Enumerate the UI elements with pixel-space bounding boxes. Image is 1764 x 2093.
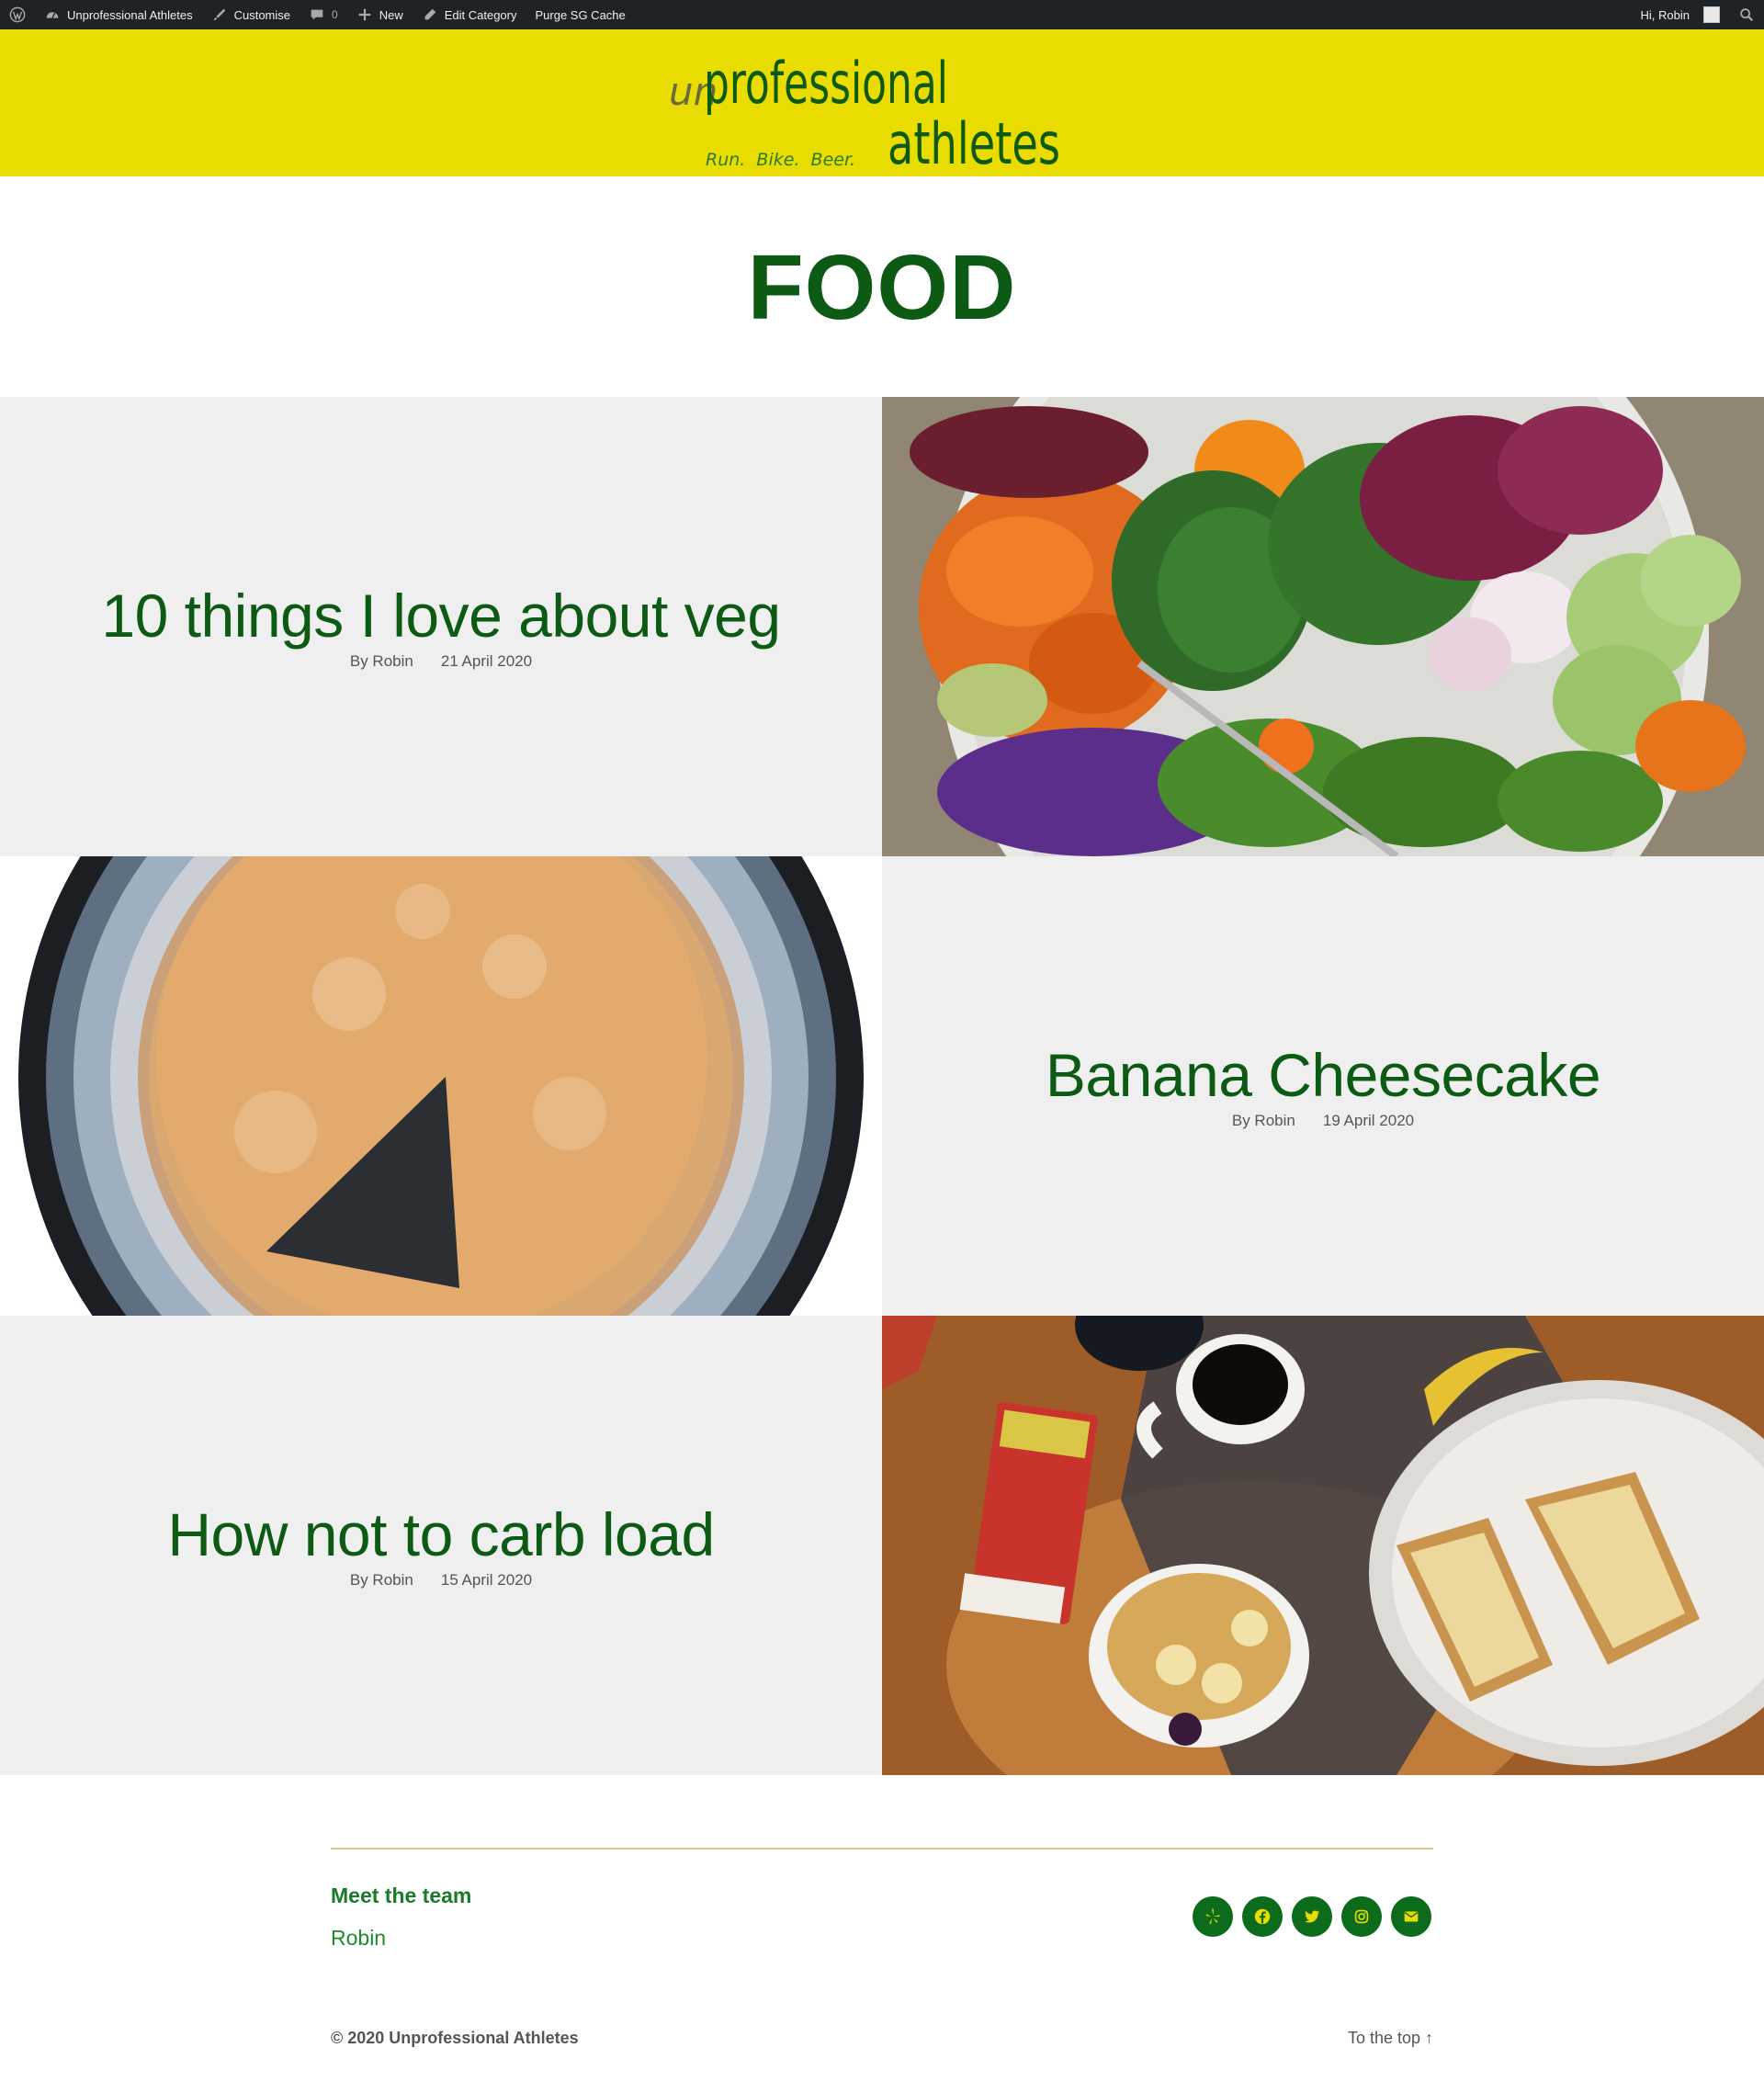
admin-search[interactable]: [1729, 0, 1764, 29]
post-date[interactable]: 21 April 2020: [441, 652, 532, 671]
site-name-menu[interactable]: Unprofessional Athletes: [35, 0, 202, 29]
post-text-panel: 10 things I love about veg By Robin 21 A…: [0, 397, 882, 856]
site-header: un professional athletes Run. Bike. Beer…: [0, 29, 1764, 177]
twitter-icon[interactable]: [1292, 1896, 1332, 1937]
team-heading: Meet the team: [331, 1884, 472, 1907]
brush-icon: [211, 6, 228, 23]
post-list: 10 things I love about veg By Robin 21 A…: [0, 397, 1764, 1775]
post-author[interactable]: By Robin: [1232, 1112, 1295, 1130]
team-member-link[interactable]: Robin: [331, 1926, 386, 1951]
new-content-menu[interactable]: New: [347, 0, 413, 29]
post-featured-image-breakfast[interactable]: [882, 1316, 1764, 1775]
new-label: New: [379, 7, 403, 22]
post-date[interactable]: 15 April 2020: [441, 1571, 532, 1590]
my-account-menu[interactable]: Hi, Robin: [1632, 0, 1729, 29]
edit-category-label: Edit Category: [444, 7, 517, 22]
post-meta: By Robin 21 April 2020: [350, 652, 532, 671]
footer-divider: [331, 1848, 1433, 1850]
instagram-icon[interactable]: [1341, 1896, 1382, 1937]
comments-link[interactable]: 0: [300, 0, 347, 29]
post-item: 10 things I love about veg By Robin 21 A…: [0, 397, 1764, 856]
admin-bar-right: Hi, Robin: [1632, 0, 1764, 29]
yelp-icon[interactable]: [1193, 1896, 1233, 1937]
logo-word-professional: professional: [704, 50, 948, 117]
comment-bubble-icon: [309, 6, 325, 23]
post-author[interactable]: By Robin: [350, 1571, 413, 1590]
post-featured-image-cheesecake[interactable]: [0, 856, 882, 1316]
post-item: How not to carb load By Robin 15 April 2…: [0, 1316, 1764, 1775]
plus-icon: [356, 6, 373, 23]
site-logo[interactable]: un professional athletes Run. Bike. Beer…: [669, 39, 1064, 177]
post-meta: By Robin 19 April 2020: [1232, 1112, 1414, 1130]
post-text-panel: Banana Cheesecake By Robin 19 April 2020: [882, 856, 1764, 1316]
logo-word-athletes: athletes: [888, 110, 1060, 172]
customise-label: Customise: [233, 7, 291, 22]
purge-cache-link[interactable]: Purge SG Cache: [526, 0, 634, 29]
post-title-link[interactable]: Banana Cheesecake: [1046, 1042, 1601, 1108]
wordpress-icon: [9, 6, 26, 23]
edit-category-link[interactable]: Edit Category: [413, 0, 526, 29]
logo-tagline: Run. Bike. Beer.: [706, 150, 855, 170]
post-author[interactable]: By Robin: [350, 652, 413, 671]
site-name-label: Unprofessional Athletes: [67, 7, 193, 22]
avatar: [1703, 6, 1720, 23]
post-item: Banana Cheesecake By Robin 19 April 2020: [0, 856, 1764, 1316]
to-top-link[interactable]: To the top ↑: [1348, 2029, 1433, 2048]
copyright-text: © 2020 Unprofessional Athletes: [331, 2029, 579, 2047]
purge-cache-label: Purge SG Cache: [535, 7, 626, 22]
admin-bar-left: Unprofessional Athletes Customise 0 New …: [0, 0, 635, 29]
pencil-icon: [422, 6, 438, 23]
comments-count: 0: [332, 8, 338, 21]
search-icon: [1738, 6, 1755, 23]
post-meta: By Robin 15 April 2020: [350, 1571, 532, 1590]
post-title-link[interactable]: 10 things I love about veg: [101, 583, 781, 649]
greeting-label: Hi, Robin: [1640, 7, 1690, 22]
post-date[interactable]: 19 April 2020: [1323, 1112, 1414, 1130]
post-title-link[interactable]: How not to carb load: [167, 1501, 715, 1567]
social-links: [1193, 1896, 1431, 1937]
admin-bar: Unprofessional Athletes Customise 0 New …: [0, 0, 1764, 29]
page-title: FOOD: [747, 236, 1017, 339]
wordpress-menu[interactable]: [0, 0, 35, 29]
customise-link[interactable]: Customise: [202, 0, 300, 29]
post-text-panel: How not to carb load By Robin 15 April 2…: [0, 1316, 882, 1775]
facebook-icon[interactable]: [1242, 1896, 1283, 1937]
dashboard-icon: [44, 6, 61, 23]
post-featured-image-salad[interactable]: [882, 397, 1764, 856]
mail-icon[interactable]: [1391, 1896, 1431, 1937]
